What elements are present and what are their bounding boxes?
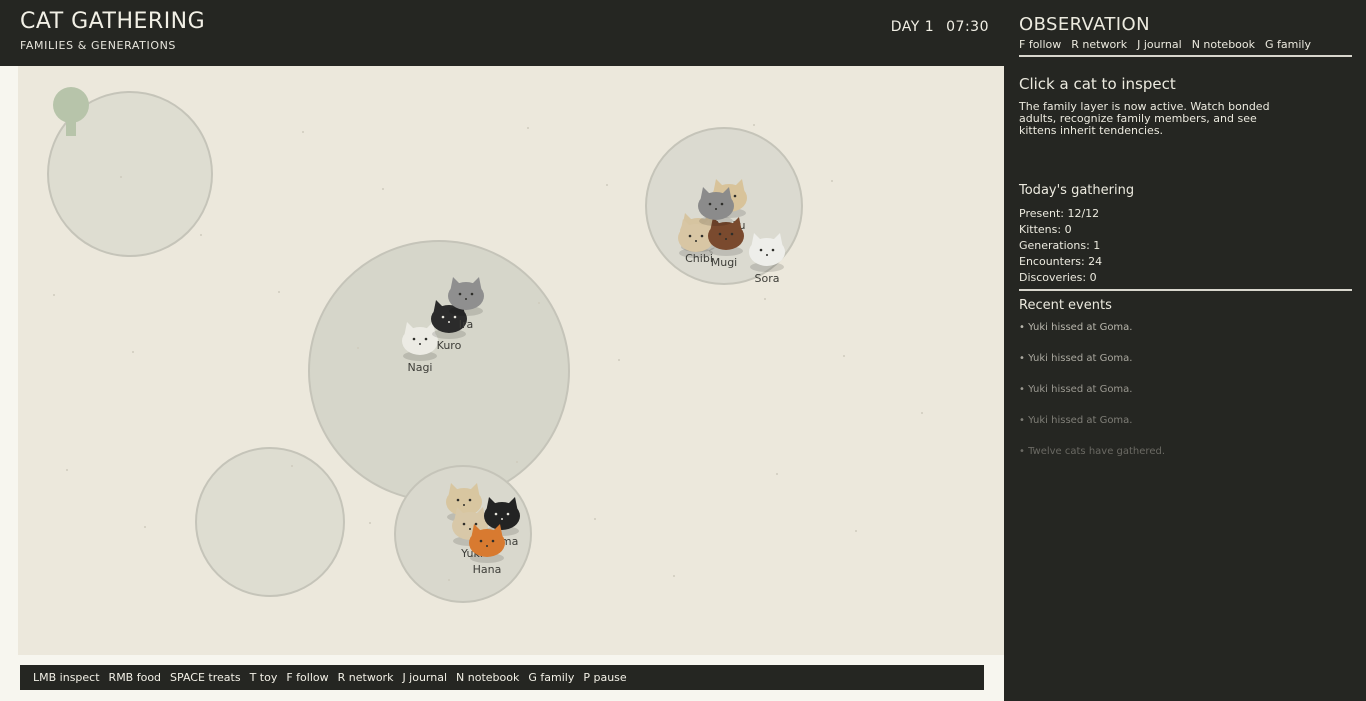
cat-ira[interactable]	[448, 277, 484, 316]
gathering-zone-bottom-left[interactable]	[195, 447, 345, 597]
control-hint: RMB food	[108, 671, 162, 684]
inspect-description: The family layer is now active. Watch bo…	[1019, 100, 1270, 137]
gathering-zone-center[interactable]	[308, 240, 570, 502]
stat-line: Generations: 1	[1019, 239, 1101, 252]
event-entry: • Yuki hissed at Goma.	[1019, 384, 1133, 395]
control-hint: LMB inspect	[33, 671, 100, 684]
control-hint: R network	[337, 671, 394, 684]
stats-divider	[1019, 289, 1352, 291]
cat-name-label: Chibi	[685, 252, 713, 265]
day-label: DAY 1	[890, 19, 935, 35]
panel-title: OBSERVATION	[1019, 14, 1150, 35]
event-entry: • Twelve cats have gathered.	[1019, 446, 1165, 457]
panel-shortcuts: F follow R network J journal N notebook G fa…	[1019, 38, 1321, 51]
day-clock: DAY 1 07:30	[891, 19, 989, 35]
panel-divider	[1019, 55, 1352, 57]
controls-bar: LMB inspect RMB food SPACE treats T toy F fo…	[20, 665, 984, 690]
stat-line: Encounters: 24	[1019, 255, 1103, 268]
inspect-title: Click a cat to inspect	[1019, 75, 1176, 93]
control-hint: G family	[528, 671, 575, 684]
event-entry: • Yuki hissed at Goma.	[1019, 353, 1133, 364]
cat-name-label: Hana	[473, 563, 502, 576]
game-subtitle: FAMILIES & GENERATIONS	[20, 39, 177, 52]
time-label: 07:30	[946, 19, 989, 35]
game-title: CAT GATHERING	[20, 9, 206, 34]
cat-name-label: Mugi	[711, 256, 738, 269]
cat-sora[interactable]	[749, 233, 785, 272]
event-log: • Yuki hissed at Goma. • Yuki hissed at G…	[1019, 322, 1165, 477]
cat-name-label: Kuro	[437, 339, 462, 352]
gathering-title: Today's gathering	[1019, 183, 1135, 198]
panel-shortcut[interactable]: J journal	[1137, 38, 1182, 51]
panel-shortcut[interactable]: G family	[1265, 38, 1311, 51]
observation-panel: OBSERVATION F follow R network J journal N …	[1004, 0, 1366, 701]
control-hint: J journal	[402, 671, 448, 684]
control-hint: T toy	[249, 671, 278, 684]
event-entry: • Yuki hissed at Goma.	[1019, 415, 1133, 426]
stat-line: Present: 12/12	[1019, 207, 1100, 220]
cat-name-label: Sora	[755, 272, 780, 285]
panel-shortcut[interactable]: F follow	[1019, 38, 1061, 51]
stat-line: Discoveries: 0	[1019, 271, 1097, 284]
control-hint: F follow	[286, 671, 329, 684]
control-hint: SPACE treats	[170, 671, 241, 684]
panel-shortcut[interactable]: N notebook	[1192, 38, 1255, 51]
cat-name-label: Ira	[459, 318, 474, 331]
cat-hana[interactable]	[469, 524, 505, 563]
control-hint: N notebook	[456, 671, 520, 684]
top-bar: CAT GATHERING FAMILIES & GENERATIONS DAY…	[0, 0, 1004, 66]
cat-name-label: Nagi	[407, 361, 432, 374]
control-hint: P pause	[583, 671, 627, 684]
cat-nagi[interactable]	[402, 322, 438, 361]
cat-cat[interactable]	[698, 187, 734, 226]
field-canvas[interactable]: KinakuSuzuChibiMugiSoraNagiKuroIraMiYuki…	[18, 66, 1004, 655]
play-field[interactable]: KinakuSuzuChibiMugiSoraNagiKuroIraMiYuki…	[18, 66, 1004, 655]
gathering-stats: Present: 12/12 Kittens: 0 Generations: 1 En…	[1019, 206, 1102, 286]
panel-shortcut[interactable]: R network	[1071, 38, 1127, 51]
events-title: Recent events	[1019, 298, 1112, 313]
event-entry: • Yuki hissed at Goma.	[1019, 322, 1133, 333]
stat-line: Kittens: 0	[1019, 223, 1072, 236]
